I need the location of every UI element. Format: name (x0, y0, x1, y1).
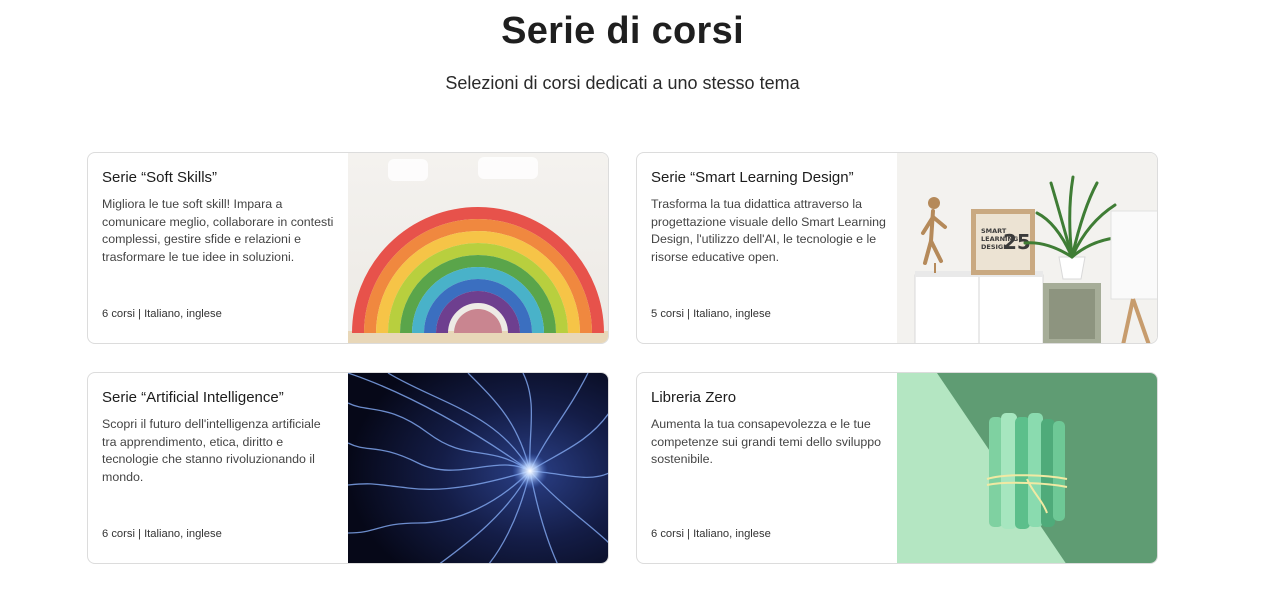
page-subtitle: Selezioni di corsi dedicati a uno stesso… (445, 73, 800, 93)
neural-waves-image[interactable] (348, 373, 608, 563)
card-meta: 5 corsi | Italiano, inglese (651, 308, 771, 320)
card-description: Aumenta la tua consapevolezza e le tue c… (651, 417, 882, 467)
card-description: Trasforma la tua didattica attraverso la… (651, 197, 886, 264)
card-meta: 6 corsi | Italiano, inglese (651, 528, 771, 540)
page-title: Serie di corsi (501, 10, 744, 52)
card-meta: 6 corsi | Italiano, inglese (102, 528, 222, 540)
rainbow-blocks-image[interactable] (348, 153, 608, 343)
card-title[interactable]: Serie “Smart Learning Design” (651, 169, 854, 186)
card-description: Migliora le tue soft skill! Impara a com… (102, 197, 334, 264)
shelf-with-plant-image[interactable]: SMART LEARNING DESIGN 25 (897, 153, 1157, 343)
card-description: Scopri il futuro dell'intelligenza artif… (102, 417, 321, 484)
course-series-card-soft-skills[interactable]: Serie “Soft Skills” Migliora le tue soft… (87, 152, 609, 344)
green-rolls-image[interactable] (897, 373, 1157, 563)
course-series-card-artificial-intelligence[interactable]: Serie “Artificial Intelligence” Scopri i… (87, 372, 609, 564)
card-meta: 6 corsi | Italiano, inglese (102, 308, 222, 320)
card-title[interactable]: Serie “Soft Skills” (102, 169, 217, 186)
card-title[interactable]: Libreria Zero (651, 389, 736, 406)
course-series-card-smart-learning-design[interactable]: Serie “Smart Learning Design” Trasforma … (636, 152, 1158, 344)
card-title[interactable]: Serie “Artificial Intelligence” (102, 389, 284, 406)
course-series-card-libreria-zero[interactable]: Libreria Zero Aumenta la tua consapevole… (636, 372, 1158, 564)
